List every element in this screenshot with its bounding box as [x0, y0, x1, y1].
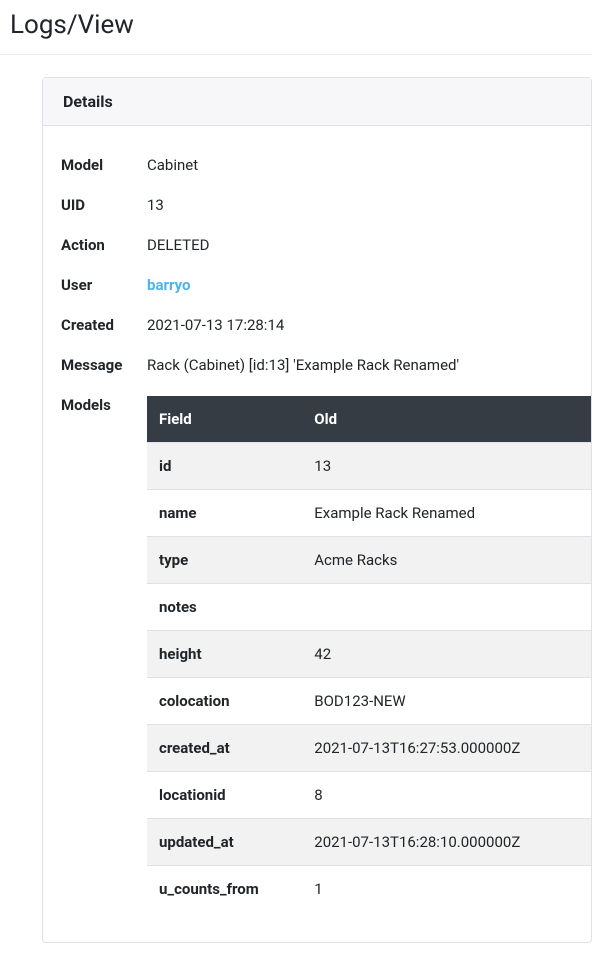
table-cell-old: 13 — [302, 443, 591, 490]
table-cell-old: 2021-07-13T16:27:53.000000Z — [302, 725, 591, 772]
table-row: u_counts_from1 — [147, 866, 591, 913]
table-cell-old: Example Rack Renamed — [302, 490, 591, 537]
table-cell-field: updated_at — [147, 819, 302, 866]
table-cell-field: notes — [147, 584, 302, 631]
table-row: notes — [147, 584, 591, 631]
page-title: Logs/View — [0, 0, 592, 55]
table-row: updated_at2021-07-13T16:28:10.000000Z — [147, 819, 591, 866]
detail-value-uid: 13 — [147, 196, 591, 214]
detail-value-message: Rack (Cabinet) [id:13] 'Example Rack Ren… — [147, 356, 591, 374]
detail-label-message: Message — [61, 356, 147, 374]
table-row: created_at2021-07-13T16:27:53.000000Z — [147, 725, 591, 772]
detail-value-models: Field Old id13nameExample Rack Renamedty… — [147, 396, 591, 912]
detail-value-created: 2021-07-13 17:28:14 — [147, 316, 591, 334]
table-cell-field: u_counts_from — [147, 866, 302, 913]
table-cell-field: created_at — [147, 725, 302, 772]
detail-row-user: User barryo — [61, 276, 591, 294]
table-cell-field: colocation — [147, 678, 302, 725]
models-table-header-field: Field — [147, 396, 302, 443]
detail-row-message: Message Rack (Cabinet) [id:13] 'Example … — [61, 356, 591, 374]
table-cell-old: 8 — [302, 772, 591, 819]
card-header: Details — [43, 78, 591, 126]
user-link[interactable]: barryo — [147, 276, 191, 294]
detail-row-uid: UID 13 — [61, 196, 591, 214]
table-cell-old: 1 — [302, 866, 591, 913]
table-row: height42 — [147, 631, 591, 678]
table-row: colocationBOD123-NEW — [147, 678, 591, 725]
detail-row-models: Models Field Old id13nameExample Rack Re… — [61, 396, 591, 912]
table-row: nameExample Rack Renamed — [147, 490, 591, 537]
table-cell-field: name — [147, 490, 302, 537]
card-body: Model Cabinet UID 13 Action DELETED User… — [43, 126, 591, 942]
table-row: id13 — [147, 443, 591, 490]
table-row: typeAcme Racks — [147, 537, 591, 584]
models-table-header-row: Field Old — [147, 396, 591, 443]
detail-row-created: Created 2021-07-13 17:28:14 — [61, 316, 591, 334]
detail-value-user: barryo — [147, 276, 591, 294]
detail-label-model: Model — [61, 156, 147, 174]
table-cell-field: locationid — [147, 772, 302, 819]
table-cell-field: type — [147, 537, 302, 584]
detail-label-user: User — [61, 276, 147, 294]
models-table-header-old: Old — [302, 396, 591, 443]
detail-value-action: DELETED — [147, 236, 591, 254]
detail-row-action: Action DELETED — [61, 236, 591, 254]
table-cell-old — [302, 584, 591, 631]
detail-label-created: Created — [61, 316, 147, 334]
table-cell-old: BOD123-NEW — [302, 678, 591, 725]
table-cell-old: 2021-07-13T16:28:10.000000Z — [302, 819, 591, 866]
table-cell-field: id — [147, 443, 302, 490]
detail-row-model: Model Cabinet — [61, 156, 591, 174]
detail-value-model: Cabinet — [147, 156, 591, 174]
detail-label-models: Models — [61, 396, 147, 414]
details-card: Details Model Cabinet UID 13 Action DELE… — [42, 77, 592, 943]
detail-label-uid: UID — [61, 196, 147, 214]
table-cell-old: Acme Racks — [302, 537, 591, 584]
models-table: Field Old id13nameExample Rack Renamedty… — [147, 396, 591, 912]
table-cell-field: height — [147, 631, 302, 678]
table-row: locationid8 — [147, 772, 591, 819]
table-cell-old: 42 — [302, 631, 591, 678]
detail-label-action: Action — [61, 236, 147, 254]
